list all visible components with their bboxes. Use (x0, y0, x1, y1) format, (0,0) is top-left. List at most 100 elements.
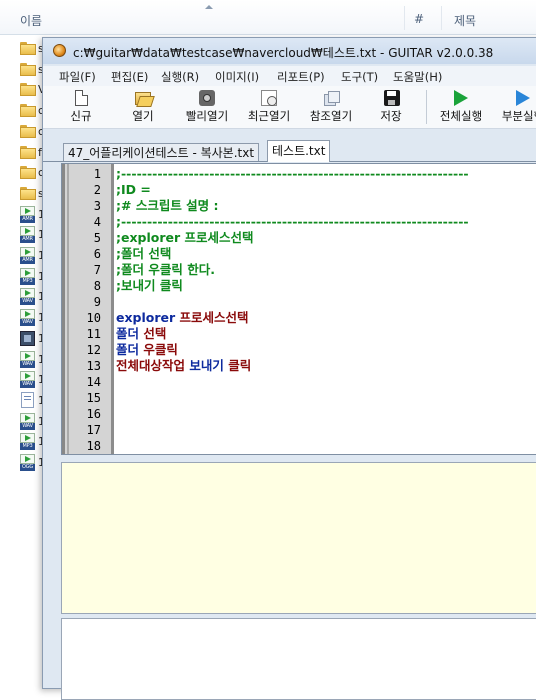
code-line-10[interactable]: explorer 프로세스선택 (116, 310, 249, 326)
file-list-item[interactable]: WAV1 (0, 286, 45, 308)
line-number: 18 (86, 439, 101, 453)
code-line-7[interactable]: ;폴더 우클릭 한다. (116, 262, 215, 278)
quick-open-icon (199, 90, 215, 106)
file-list-item[interactable]: 1 (0, 328, 45, 350)
code-token-action: 보내기 (189, 358, 229, 373)
file-list-item[interactable]: OGG1 (0, 452, 45, 474)
file-type-tag: WAV (20, 360, 35, 368)
line-number: 11 (86, 327, 101, 341)
code-token-object: 프로세스선택 (179, 310, 249, 325)
run-all-play-icon (454, 90, 468, 106)
menu-run[interactable]: 실행(R) (161, 69, 199, 85)
play-icon (20, 288, 35, 299)
reference-open-button[interactable]: 참조열기 (301, 86, 361, 128)
run-all-button[interactable]: 전체실행 (431, 86, 491, 128)
code-line-6[interactable]: ;폴더 선택 (116, 246, 171, 262)
file-list-item[interactable]: WAV1 (0, 369, 45, 391)
code-line-2[interactable]: ;ID = (116, 182, 151, 198)
code-line-5[interactable]: ;explorer 프로세스선택 (116, 230, 254, 246)
code-line-11[interactable]: 폴더 선택 (116, 326, 166, 342)
recent-open-button[interactable]: 최근열기 (239, 86, 299, 128)
document-tabs: 47_어플리케이션테스트 - 복사본.txt 테스트.txt (43, 139, 536, 162)
file-list-item[interactable]: s (0, 59, 44, 81)
file-list-item[interactable]: WAV1 (0, 411, 45, 433)
file-list-item[interactable]: MP31 (0, 431, 45, 453)
new-button[interactable]: 신규 (57, 86, 105, 128)
column-divider[interactable] (404, 6, 405, 30)
file-list-item[interactable]: f (0, 142, 44, 164)
file-list-item[interactable]: s (0, 38, 44, 60)
column-number-header[interactable]: # (414, 12, 424, 26)
tab-47-app-test-copy[interactable]: 47_어플리케이션테스트 - 복사본.txt (63, 143, 260, 161)
column-name-header[interactable]: 이름 (20, 12, 42, 29)
file-type-tag: AMR (20, 236, 35, 244)
menu-report[interactable]: 리포트(P) (277, 69, 325, 85)
file-type-tag: MP3 (20, 277, 35, 285)
column-title-header[interactable]: 제목 (454, 12, 476, 29)
code-line-8[interactable]: ;보내기 클릭 (116, 278, 183, 294)
file-type-tag: WAV (20, 381, 35, 389)
media-file-icon: MP3 (20, 433, 35, 451)
image-preview-panel[interactable] (61, 462, 536, 614)
line-number: 3 (93, 199, 101, 213)
code-token-object: 클릭 (228, 358, 252, 373)
document-icon (21, 391, 34, 408)
file-list-item[interactable]: 1 (0, 390, 45, 412)
code-line-4[interactable]: ;---------------------------------------… (116, 214, 469, 230)
play-icon (20, 267, 35, 278)
file-type-tag: WAV (20, 298, 35, 306)
menu-image[interactable]: 이미지(I) (215, 69, 259, 85)
guitar-app-window: c:₩guitar₩data₩testcase₩navercloud₩테스트.t… (42, 37, 536, 700)
file-list-item[interactable]: AMR1 (0, 204, 45, 226)
file-list-item[interactable]: s (0, 183, 44, 205)
file-list-item[interactable]: MP31 (0, 266, 45, 288)
menu-help[interactable]: 도움말(H) (393, 69, 442, 85)
script-editor[interactable]: 1 2 3 4 5 6 7 8 9 10 11 12 13 14 15 16 17 18 ;-----------… (61, 163, 536, 455)
quick-open-button[interactable]: 빨리열기 (177, 86, 237, 128)
line-number-gutter: 1 2 3 4 5 6 7 8 9 10 11 12 13 14 15 16 17 18 (62, 164, 114, 454)
file-list-item[interactable]: AMR1 (0, 224, 45, 246)
play-icon (20, 371, 35, 382)
file-list-item[interactable]: c (0, 121, 44, 143)
code-line-13[interactable]: 전체대상작업 보내기 클릭 (116, 358, 251, 374)
media-file-icon: AMR (20, 226, 35, 244)
media-file-icon: OGG (20, 454, 35, 472)
code-line-12[interactable]: 폴더 우클릭 (116, 342, 178, 358)
code-token-target: 폴더 (116, 342, 144, 357)
line-number: 5 (93, 231, 101, 245)
output-log-panel[interactable] (61, 618, 536, 700)
file-list-item[interactable]: WAV1 (0, 307, 45, 329)
tab-test-txt[interactable]: 테스트.txt (267, 140, 331, 162)
open-button[interactable]: 열기 (119, 86, 167, 128)
code-line-1[interactable]: ;---------------------------------------… (116, 166, 469, 182)
file-list-item[interactable]: c (0, 100, 44, 122)
play-icon (20, 247, 35, 257)
recent-open-button-label: 최근열기 (247, 109, 291, 123)
title-bar[interactable]: c:₩guitar₩data₩testcase₩navercloud₩테스트.t… (43, 38, 536, 64)
code-line-3[interactable]: ;# 스크립트 설명 : (116, 198, 219, 214)
file-type-tag: OGG (20, 464, 35, 471)
menu-file[interactable]: 파일(F) (59, 69, 96, 85)
file-list-item[interactable]: AMR1 (0, 245, 45, 267)
run-partial-play-icon (516, 90, 530, 106)
menu-edit[interactable]: 편집(E) (111, 69, 148, 85)
sort-arrow-icon[interactable] (205, 5, 213, 9)
reference-files-icon (323, 90, 340, 106)
run-partial-button[interactable]: 부분실행 (493, 86, 536, 128)
column-divider[interactable] (441, 6, 442, 30)
play-icon (20, 205, 35, 216)
file-list-item[interactable]: V (0, 79, 46, 101)
guitar-app-icon[interactable] (53, 44, 66, 57)
rm-media-icon (20, 330, 35, 346)
line-number: 9 (93, 295, 101, 309)
new-button-label: 신규 (70, 109, 92, 123)
folder-icon (20, 166, 36, 180)
line-number: 16 (86, 407, 101, 421)
menu-tools[interactable]: 도구(T) (341, 69, 378, 85)
line-number: 17 (86, 423, 101, 437)
file-list-item[interactable]: c (0, 162, 44, 184)
save-button[interactable]: 저장 (369, 86, 413, 128)
file-list-item[interactable]: WAV1 (0, 349, 45, 371)
code-token-target: explorer (116, 310, 180, 325)
line-number: 10 (86, 311, 101, 325)
